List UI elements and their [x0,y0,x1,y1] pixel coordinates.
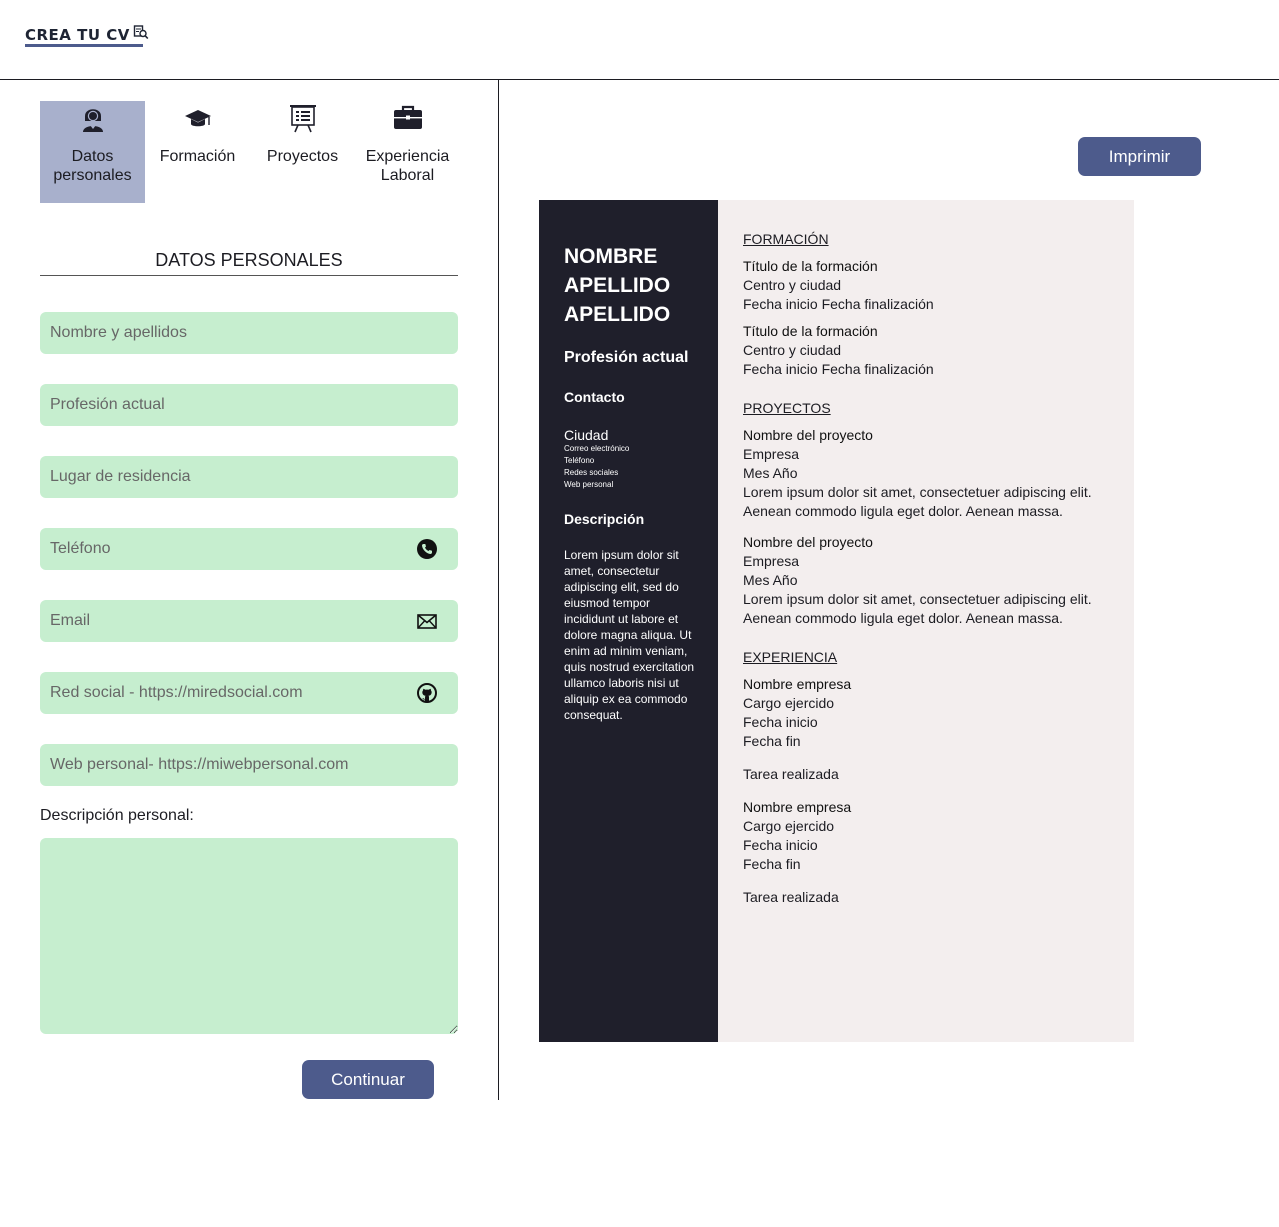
cv-profession: Profesión actual [564,349,689,366]
description-textarea[interactable] [40,838,458,1034]
cv-web: Web personal [564,480,614,489]
social-input[interactable] [50,684,416,702]
cv-item-dates: Fecha inicio Fecha finalización [743,361,934,377]
vertical-divider [498,80,499,1100]
cv-city: Ciudad [564,427,609,443]
name-field[interactable] [40,312,458,354]
cv-description: Lorem ipsum dolor sit amet, consectetur … [564,548,695,722]
logo[interactable]: CREA TU CV [25,24,149,47]
cv-item-company: Nombre empresa [743,799,852,815]
cv-proyecto-item: Nombre del proyecto Empresa Mes Año Lore… [743,426,1114,521]
cv-item-company: Empresa [743,446,800,462]
cv-item-start: Fecha inicio [743,837,818,853]
briefcase-icon [393,103,423,133]
email-field[interactable] [40,600,458,642]
cv-phone: Teléfono [564,456,595,465]
cv-item-role: Cargo ejercido [743,818,835,834]
description-label: Descripción personal: [40,807,194,824]
profession-field[interactable] [40,384,458,426]
cv-item-end: Fecha fin [743,733,801,749]
cv-experiencia-heading: EXPERIENCIA [743,649,838,665]
cv-item-title: Título de la formación [743,258,878,274]
cv-description-heading: Descripción [564,511,645,527]
cv-experiencia-item: Nombre empresa Cargo ejercido Fecha inic… [743,675,1114,784]
section-title: DATOS PERSONALES [40,250,458,276]
tab-proyectos[interactable]: Proyectos [250,101,355,203]
cv-proyecto-item: Nombre del proyecto Empresa Mes Año Lore… [743,533,1114,628]
tab-label: Formación [159,148,236,165]
tab-datos-personales[interactable]: Datos personales [40,101,145,203]
profession-input[interactable] [50,396,448,414]
cv-item-place: Centro y ciudad [743,342,842,358]
graduation-cap-icon [183,103,213,133]
cv-formacion-heading: FORMACIÓN [743,231,829,247]
cv-item-task: Tarea realizada [743,766,839,782]
tab-experiencia-laboral[interactable]: Experiencia Laboral [355,101,460,203]
cv-item-place: Centro y ciudad [743,277,842,293]
tab-formacion[interactable]: Formación [145,101,250,203]
continue-button[interactable]: Continuar [302,1060,434,1099]
cv-item-dates: Fecha inicio Fecha finalización [743,296,934,312]
social-field[interactable] [40,672,458,714]
cv-item-title: Título de la formación [743,323,878,339]
cv-name: NOMBRE APELLIDO APELLIDO [564,242,698,329]
cv-name-line: APELLIDO [564,303,671,326]
phone-field[interactable] [40,528,458,570]
cv-item-role: Cargo ejercido [743,695,835,711]
web-input[interactable] [50,756,448,774]
magnifier-document-icon [133,24,149,45]
github-icon [416,682,438,704]
web-field[interactable] [40,744,458,786]
cv-item-text: Lorem ipsum dolor sit amet, consectetuer… [743,591,1092,626]
cv-item-date: Mes Año [743,572,798,588]
cv-email: Correo electrónico [564,444,630,453]
cv-social: Redes sociales [564,468,619,477]
app-header: CREA TU CV [0,0,1279,80]
cv-proyectos-heading: PROYECTOS [743,400,831,416]
phone-input[interactable] [50,540,416,558]
cv-formacion-item: Título de la formación Centro y ciudad F… [743,257,1114,314]
cv-item-text: Lorem ipsum dolor sit amet, consectetuer… [743,484,1092,519]
cv-item-company: Empresa [743,553,800,569]
cv-formacion-item: Título de la formación Centro y ciudad F… [743,322,1114,379]
print-button[interactable]: Imprimir [1078,137,1201,176]
cv-item-title: Nombre del proyecto [743,427,873,443]
user-icon [78,103,108,133]
presentation-board-icon [288,103,318,133]
tab-label: Proyectos [266,148,339,165]
logo-text: CREA TU CV [25,25,130,44]
cv-item-date: Mes Año [743,465,798,481]
residence-input[interactable] [50,468,448,486]
cv-item-company: Nombre empresa [743,676,852,692]
cv-name-line: APELLIDO [564,274,671,297]
cv-item-title: Nombre del proyecto [743,534,873,550]
email-input[interactable] [50,612,416,630]
cv-item-task: Tarea realizada [743,889,839,905]
name-input[interactable] [50,324,448,342]
cv-contact-heading: Contacto [564,389,625,405]
tab-label: Datos personales [53,148,132,184]
cv-sidebar: NOMBRE APELLIDO APELLIDO Profesión actua… [539,200,718,1042]
cv-main: FORMACIÓN Título de la formación Centro … [718,200,1134,1042]
cv-preview: NOMBRE APELLIDO APELLIDO Profesión actua… [539,200,1134,1042]
envelope-icon [416,610,438,632]
cv-item-end: Fecha fin [743,856,801,872]
cv-experiencia-item: Nombre empresa Cargo ejercido Fecha inic… [743,798,1114,907]
cv-name-line: NOMBRE [564,245,658,268]
form-tabs: Datos personales Formación Proyectos Exp… [40,101,460,203]
logo-underline [25,44,143,47]
phone-icon [416,538,438,560]
residence-field[interactable] [40,456,458,498]
tab-label: Experiencia Laboral [365,148,450,184]
cv-item-start: Fecha inicio [743,714,818,730]
